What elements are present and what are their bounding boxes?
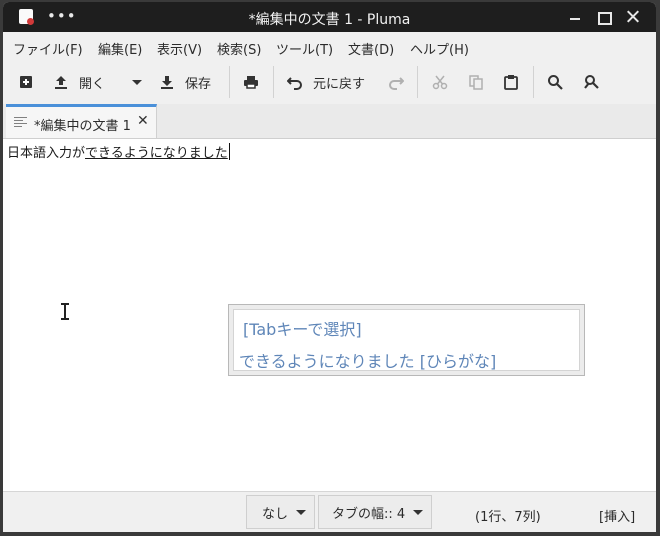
tab-close-icon[interactable]: ✕ <box>137 113 149 129</box>
scissors-icon <box>432 75 448 90</box>
search-icon <box>548 75 563 90</box>
document-tab-bar: *編集中の文書 1 ✕ <box>3 104 656 139</box>
menu-search[interactable]: 検索(S) <box>217 39 261 58</box>
ime-candidate-item[interactable]: できるようになりました [ひらがな] <box>239 348 496 372</box>
cursor-position: (1行、7列) <box>475 510 541 525</box>
insert-mode[interactable]: [挿入] <box>599 506 635 525</box>
upload-icon <box>55 76 67 89</box>
print-button[interactable] <box>243 70 259 94</box>
dropdown-arrow-icon <box>296 509 307 515</box>
minimize-button[interactable] <box>565 7 585 27</box>
undo-label: 元に戻す <box>313 76 366 92</box>
menu-edit[interactable]: 編集(E) <box>98 39 142 58</box>
menu-tools[interactable]: ツール(T) <box>276 39 333 58</box>
text-document-icon <box>14 116 27 129</box>
tab-width-dropdown[interactable]: タブの幅:: 4 <box>318 495 432 529</box>
download-icon <box>161 76 173 89</box>
undo-icon <box>287 77 302 90</box>
toolbar-separator <box>417 66 418 98</box>
ibeam-cursor-icon <box>61 303 69 320</box>
editor-line: 日本語入力ができるようになりました <box>7 142 230 161</box>
open-label: 開く <box>79 76 106 92</box>
redo-button[interactable] <box>388 70 404 94</box>
menu-help[interactable]: ヘルプ(H) <box>410 39 469 58</box>
copy-button[interactable] <box>468 70 484 94</box>
undo-button[interactable]: 元に戻す <box>287 70 365 94</box>
close-window-button[interactable] <box>623 7 643 27</box>
maximize-button[interactable] <box>594 7 614 27</box>
menu-bar: ファイル(F) 編集(E) 表示(V) 検索(S) ツール(T) 文書(D) ヘ… <box>3 32 656 60</box>
text-editor[interactable]: 日本語入力ができるようになりました [Tabキーで選択] できるようになりました… <box>3 139 656 491</box>
find-replace-icon <box>584 75 599 89</box>
menu-documents[interactable]: 文書(D) <box>348 39 394 58</box>
new-button[interactable] <box>18 70 34 94</box>
open-recent-dropdown[interactable] <box>129 70 145 94</box>
status-bar: なし タブの幅:: 4 (1行、7列) [挿入] <box>3 491 656 532</box>
ime-hint: [Tabキーで選択] <box>243 320 362 339</box>
toolbar-separator <box>229 66 230 98</box>
highlight-mode-value: なし <box>262 506 289 522</box>
pluma-window: ••• *編集中の文書 1 - Pluma ファイル(F) 編集(E) 表示(V… <box>3 2 656 532</box>
window-title: *編集中の文書 1 - Pluma <box>248 12 411 28</box>
new-document-icon <box>20 76 32 88</box>
document-tab[interactable]: *編集中の文書 1 ✕ <box>6 104 157 138</box>
find-replace-button[interactable] <box>583 70 599 94</box>
cut-button[interactable] <box>432 70 448 94</box>
ime-candidate-panel: [Tabキーで選択] できるようになりました [ひらがな] <box>233 309 580 371</box>
menu-file[interactable]: ファイル(F) <box>13 39 83 58</box>
clipboard-icon <box>504 75 518 90</box>
copy-icon <box>469 75 483 90</box>
toolbar: 開く 保存 元に戻す <box>3 60 656 105</box>
ime-preedit-text: できるようになりました <box>85 146 228 161</box>
highlight-mode-dropdown[interactable]: なし <box>246 495 315 529</box>
toolbar-separator <box>533 66 534 98</box>
title-bar: ••• *編集中の文書 1 - Pluma <box>3 2 656 32</box>
printer-icon <box>244 76 258 89</box>
dropdown-arrow-icon <box>132 80 142 85</box>
menu-view[interactable]: 表示(V) <box>157 39 202 58</box>
tab-label: *編集中の文書 1 <box>34 119 131 134</box>
save-label: 保存 <box>185 76 212 92</box>
redo-icon <box>389 77 404 90</box>
dropdown-arrow-icon <box>413 509 424 515</box>
tab-width-value: タブの幅:: 4 <box>332 506 406 522</box>
committed-text: 日本語入力が <box>7 146 86 161</box>
save-button[interactable]: 保存 <box>159 70 211 94</box>
find-button[interactable] <box>547 70 563 94</box>
text-caret <box>228 143 230 160</box>
paste-button[interactable] <box>503 70 519 94</box>
open-button[interactable]: 開く <box>53 70 105 94</box>
toolbar-separator <box>273 66 274 98</box>
ime-candidate-popup: [Tabキーで選択] できるようになりました [ひらがな] <box>228 304 585 376</box>
